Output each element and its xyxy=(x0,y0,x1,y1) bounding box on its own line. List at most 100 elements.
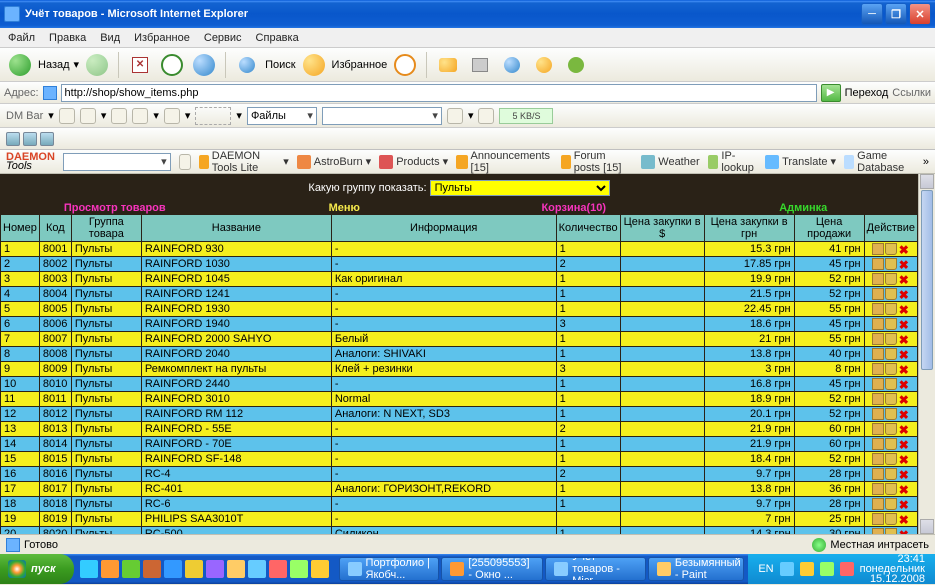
edit-icon[interactable] xyxy=(872,333,884,345)
daemon-search[interactable] xyxy=(63,153,171,171)
edit-icon[interactable] xyxy=(872,258,884,270)
mini-btn-3[interactable] xyxy=(40,132,54,146)
edit-icon[interactable] xyxy=(872,498,884,510)
cart-icon[interactable] xyxy=(885,243,897,255)
cart-icon[interactable] xyxy=(885,528,897,534)
delete-icon[interactable]: ✖ xyxy=(898,528,910,534)
edit-icon[interactable] xyxy=(872,273,884,285)
edit-icon[interactable] xyxy=(872,483,884,495)
edit-icon[interactable] xyxy=(872,393,884,405)
scroll-down-icon[interactable] xyxy=(920,519,934,534)
cart-icon[interactable] xyxy=(885,303,897,315)
ql-10-icon[interactable] xyxy=(269,560,287,578)
ql-9-icon[interactable] xyxy=(248,560,266,578)
delete-icon[interactable]: ✖ xyxy=(898,243,910,255)
cart-icon[interactable] xyxy=(885,258,897,270)
daemon-forum[interactable]: Forum posts [15] xyxy=(561,150,634,174)
cart-icon[interactable] xyxy=(885,438,897,450)
messenger-button[interactable] xyxy=(562,51,590,79)
cart-icon[interactable] xyxy=(885,468,897,480)
delete-icon[interactable]: ✖ xyxy=(898,423,910,435)
cart-icon[interactable] xyxy=(885,408,897,420)
tab-menu[interactable]: Меню xyxy=(230,202,460,214)
cart-icon[interactable] xyxy=(885,333,897,345)
edit-icon[interactable] xyxy=(872,318,884,330)
cart-icon[interactable] xyxy=(885,513,897,525)
delete-icon[interactable]: ✖ xyxy=(898,408,910,420)
delete-icon[interactable]: ✖ xyxy=(898,393,910,405)
edit-icon[interactable] xyxy=(872,438,884,450)
ql-8-icon[interactable] xyxy=(227,560,245,578)
dm-btn-7[interactable] xyxy=(478,108,494,124)
task-2[interactable]: [255095553] - Окно ... xyxy=(441,557,543,581)
cart-icon[interactable] xyxy=(885,393,897,405)
delete-icon[interactable]: ✖ xyxy=(898,513,910,525)
menu-tools[interactable]: Сервис xyxy=(204,32,242,44)
cart-icon[interactable] xyxy=(885,483,897,495)
favorites-icon[interactable] xyxy=(300,51,328,79)
delete-icon[interactable]: ✖ xyxy=(898,438,910,450)
cart-icon[interactable] xyxy=(885,363,897,375)
cart-icon[interactable] xyxy=(885,318,897,330)
ql-4-icon[interactable] xyxy=(143,560,161,578)
cart-icon[interactable] xyxy=(885,348,897,360)
delete-icon[interactable]: ✖ xyxy=(898,468,910,480)
links-label[interactable]: Ссылки xyxy=(892,87,931,99)
vertical-scrollbar[interactable] xyxy=(918,174,935,534)
minimize-button[interactable]: ─ xyxy=(861,3,883,25)
ql-5-icon[interactable] xyxy=(164,560,182,578)
refresh-button[interactable] xyxy=(158,51,186,79)
cart-icon[interactable] xyxy=(885,378,897,390)
dm-btn-5[interactable] xyxy=(164,108,180,124)
mini-btn-2[interactable] xyxy=(23,132,37,146)
edit-icon[interactable] xyxy=(872,423,884,435)
edit-icon[interactable] xyxy=(872,288,884,300)
edit-icon[interactable] xyxy=(872,513,884,525)
mini-btn-1[interactable] xyxy=(6,132,20,146)
scroll-thumb[interactable] xyxy=(921,190,933,370)
cart-icon[interactable] xyxy=(885,423,897,435)
menu-view[interactable]: Вид xyxy=(100,32,120,44)
cart-icon[interactable] xyxy=(885,288,897,300)
daemon-lite[interactable]: DAEMON Tools Lite▾ xyxy=(199,150,289,174)
filter-select[interactable]: Пульты xyxy=(430,180,610,196)
home-button[interactable] xyxy=(190,51,218,79)
delete-icon[interactable]: ✖ xyxy=(898,453,910,465)
delete-icon[interactable]: ✖ xyxy=(898,498,910,510)
task-4[interactable]: Безымянный - Paint xyxy=(648,557,744,581)
cart-icon[interactable] xyxy=(885,498,897,510)
task-1[interactable]: Портфолио | Якобч... xyxy=(339,557,440,581)
history-button[interactable] xyxy=(391,51,419,79)
menu-file[interactable]: Файл xyxy=(8,32,35,44)
tray-icon-2[interactable] xyxy=(800,562,814,576)
back-label[interactable]: Назад xyxy=(38,59,70,71)
tray-icon-4[interactable] xyxy=(840,562,854,576)
maximize-button[interactable]: ❐ xyxy=(885,3,907,25)
daemon-announcements[interactable]: Announcements [15] xyxy=(456,150,553,174)
task-3[interactable]: Учёт товаров - Micr... xyxy=(545,557,646,581)
back-button[interactable] xyxy=(6,51,34,79)
daemon-products[interactable]: Products▾ xyxy=(379,155,448,169)
delete-icon[interactable]: ✖ xyxy=(898,258,910,270)
delete-icon[interactable]: ✖ xyxy=(898,363,910,375)
start-button[interactable]: пуск xyxy=(0,554,74,584)
close-button[interactable]: ✕ xyxy=(909,3,931,25)
files-combo[interactable]: Файлы xyxy=(247,107,317,125)
tray-icon-1[interactable] xyxy=(780,562,794,576)
delete-icon[interactable]: ✖ xyxy=(898,333,910,345)
ql-7-icon[interactable] xyxy=(206,560,224,578)
dm-btn-6[interactable] xyxy=(447,108,463,124)
menu-help[interactable]: Справка xyxy=(256,32,299,44)
search-icon[interactable] xyxy=(233,51,261,79)
go-label[interactable]: Переход xyxy=(845,87,889,99)
delete-icon[interactable]: ✖ xyxy=(898,348,910,360)
edit-icon[interactable] xyxy=(872,378,884,390)
dm-btn-2[interactable] xyxy=(80,108,96,124)
cart-icon[interactable] xyxy=(885,453,897,465)
edit-button[interactable] xyxy=(498,51,526,79)
tab-cart[interactable]: Корзина(10) xyxy=(459,202,689,214)
address-input[interactable] xyxy=(61,84,817,102)
delete-icon[interactable]: ✖ xyxy=(898,303,910,315)
edit-icon[interactable] xyxy=(872,363,884,375)
scroll-up-icon[interactable] xyxy=(920,174,934,189)
